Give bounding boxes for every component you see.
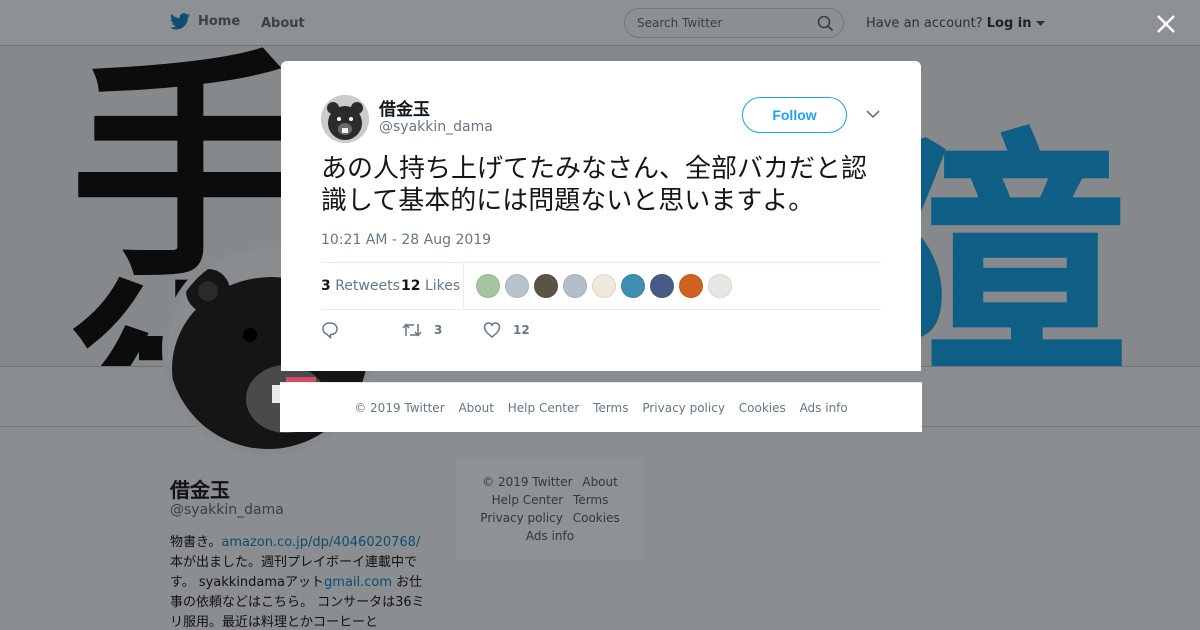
bio-link-email[interactable]: gmail.com (324, 575, 392, 590)
account-prompt: Have an account? Log in (866, 16, 1045, 31)
likes-stat[interactable]: 12 Likes (401, 278, 460, 294)
liker-avatar[interactable] (476, 274, 500, 298)
footer-link-ads-info[interactable]: Ads info (526, 529, 574, 543)
search-icon[interactable] (817, 15, 834, 32)
retweets-stat[interactable]: 3 Retweets (321, 278, 400, 294)
footer-link-cookies[interactable]: Cookies (739, 401, 786, 415)
side-footer: © 2019 Twitter About Help Center Terms P… (456, 458, 644, 560)
tweet-text: あの人持ち上げてたみなさん、全部バカだと認識して基本的には問題ないと思いますよ。 (321, 154, 868, 216)
footer-link-cookies[interactable]: Cookies (573, 511, 620, 525)
liker-avatar[interactable] (592, 274, 616, 298)
modal-footer: © 2019 Twitter About Help Center Terms P… (280, 382, 922, 432)
footer-copyright: © 2019 Twitter (354, 401, 445, 415)
footer-copyright: © 2019 Twitter (482, 475, 573, 489)
search-input[interactable]: Search Twitter (624, 8, 844, 38)
author-name[interactable]: 借金玉 (379, 95, 430, 120)
retweets-count: 3 (321, 278, 331, 294)
account-prompt-text: Have an account? (866, 16, 983, 31)
like-count: 12 (513, 323, 530, 337)
nav-home-link[interactable]: Home (170, 13, 240, 30)
footer-link-about[interactable]: About (582, 475, 617, 489)
retweet-button[interactable]: 3 (402, 321, 442, 339)
footer-link-help-center[interactable]: Help Center (508, 401, 580, 415)
nav-home-label: Home (198, 14, 241, 29)
liker-avatar[interactable] (505, 274, 529, 298)
liker-avatar[interactable] (650, 274, 674, 298)
tweet-timestamp[interactable]: 10:21 AM - 28 Aug 2019 (321, 232, 491, 248)
author-avatar[interactable] (321, 95, 369, 143)
footer-link-privacy[interactable]: Privacy policy (642, 401, 725, 415)
author-handle[interactable]: @syakkin_dama (379, 119, 493, 135)
login-dropdown-icon[interactable] (1035, 21, 1045, 27)
footer-link-privacy[interactable]: Privacy policy (480, 511, 563, 525)
footer-link-terms[interactable]: Terms (593, 401, 628, 415)
bio-text: 物書き。 (170, 535, 222, 550)
profile-handle[interactable]: @syakkin_dama (170, 502, 284, 518)
tweet-permalink-modal: 借金玉 @syakkin_dama Follow あの人持ち上げてたみなさん、全… (281, 61, 921, 371)
tweet-stats: 3 Retweets 12 Likes (321, 262, 881, 310)
footer-link-ads-info[interactable]: Ads info (800, 401, 848, 415)
like-button[interactable]: 12 (483, 321, 530, 339)
reply-button[interactable] (321, 321, 339, 339)
liker-avatar[interactable] (708, 274, 732, 298)
footer-link-about[interactable]: About (458, 401, 493, 415)
profile-name: 借金玉 (170, 478, 230, 502)
likes-label: Likes (424, 278, 461, 294)
close-icon[interactable] (1155, 13, 1177, 35)
bio-link-amazon[interactable]: amazon.co.jp/dp/4046020768/ (221, 535, 420, 550)
twitter-bird-icon (170, 13, 190, 30)
chevron-down-icon[interactable] (866, 109, 880, 119)
search-placeholder: Search Twitter (637, 16, 723, 30)
follow-button[interactable]: Follow (742, 97, 847, 133)
liker-avatar[interactable] (563, 274, 587, 298)
likes-count: 12 (401, 278, 421, 294)
footer-link-help-center[interactable]: Help Center (492, 493, 564, 507)
liker-avatar[interactable] (621, 274, 645, 298)
retweet-icon (402, 323, 422, 337)
heart-icon (483, 322, 501, 338)
liker-avatars (476, 274, 732, 298)
retweets-label: Retweets (335, 278, 400, 294)
nav-about-link[interactable]: About (261, 16, 305, 31)
profile-bio: 物書き。amazon.co.jp/dp/4046020768/ 本が出ました。週… (170, 533, 430, 630)
bear-avatar-image (321, 95, 369, 143)
footer-link-terms[interactable]: Terms (573, 493, 608, 507)
stats-divider (463, 263, 464, 310)
liker-avatar[interactable] (534, 274, 558, 298)
liker-avatar[interactable] (679, 274, 703, 298)
login-link[interactable]: Log in (987, 16, 1032, 31)
retweet-count: 3 (434, 323, 443, 337)
reply-icon (322, 322, 338, 339)
top-navigation-bar: Home About Search Twitter Have an accoun… (0, 0, 1200, 46)
